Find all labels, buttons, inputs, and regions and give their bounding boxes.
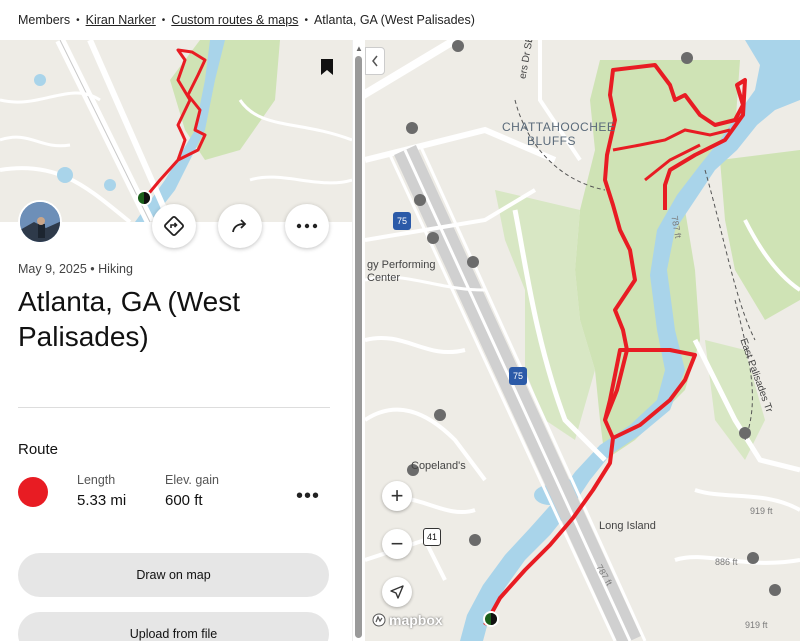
breadcrumb-member-name[interactable]: Kiran Narker: [86, 13, 156, 27]
elevation-gain-value: 600 ft: [165, 492, 203, 509]
locate-me-button[interactable]: [382, 577, 412, 607]
map-label-center: Center: [367, 272, 401, 284]
map-label-elevation-919b: 919 ft: [745, 620, 768, 630]
map-label-chattahoochee: CHATTAHOOCHEE: [502, 120, 616, 134]
mapbox-icon: [372, 613, 386, 627]
route-heading: Route: [18, 441, 59, 458]
route-more-button[interactable]: •••: [296, 485, 320, 508]
route-color-swatch[interactable]: [18, 477, 48, 507]
more-options-button[interactable]: [285, 204, 329, 248]
route-detail-panel: May 9, 2025 • Hiking Atlanta, GA (West P…: [0, 40, 352, 641]
more-icon: [296, 223, 318, 229]
page-title: Atlanta, GA (West Palisades): [18, 286, 241, 352]
breadcrumb-current-route: Atlanta, GA (West Palisades): [313, 13, 475, 27]
us-41-shield-icon: 41: [423, 528, 441, 546]
breadcrumb: Members • Kiran Narker • Custom routes &…: [0, 0, 800, 40]
activity-date: May 9, 2025: [18, 262, 87, 276]
activity-meta: May 9, 2025 • Hiking: [18, 262, 133, 276]
route-preview-map[interactable]: [0, 40, 352, 222]
map-label-bluffs: BLUFFS: [527, 134, 577, 148]
scroll-up-arrow-icon[interactable]: ▲: [355, 44, 363, 53]
mapbox-logo[interactable]: mapbox: [372, 612, 443, 628]
interstate-75-shield-icon: 75: [393, 212, 411, 230]
route-map[interactable]: CHATTAHOOCHEE BLUFFS gy Performing Cente…: [365, 40, 800, 641]
scrollbar[interactable]: ▲: [352, 40, 364, 641]
breadcrumb-separator: •: [76, 14, 80, 26]
elevation-gain-label: Elev. gain: [165, 473, 219, 487]
map-label-elevation-919: 919 ft: [750, 506, 773, 516]
navigation-arrow-icon: [390, 585, 404, 599]
chevron-left-icon: [372, 55, 378, 67]
breadcrumb-custom-routes[interactable]: Custom routes & maps: [171, 13, 298, 27]
bookmark-icon[interactable]: [320, 58, 334, 76]
zoom-out-button[interactable]: −: [382, 529, 412, 559]
interstate-75-shield-icon: 75: [509, 367, 527, 385]
get-directions-button[interactable]: [152, 204, 196, 248]
avatar[interactable]: [18, 200, 62, 244]
length-value: 5.33 mi: [77, 492, 127, 509]
breadcrumb-separator: •: [161, 14, 166, 26]
avatar-image: [20, 202, 60, 242]
meta-separator: •: [90, 262, 95, 276]
draw-on-map-button[interactable]: Draw on map: [18, 553, 329, 597]
directions-icon: [164, 216, 184, 236]
activity-type: Hiking: [98, 262, 133, 276]
length-label: Length: [77, 473, 116, 487]
map-label-long-island: Long Island: [599, 520, 656, 532]
scrollbar-thumb[interactable]: [355, 56, 362, 638]
map-label-performing-arts: gy Performing: [367, 259, 436, 271]
divider: [18, 407, 330, 408]
breadcrumb-separator: •: [304, 14, 308, 26]
map-label-copelands: Copeland's: [411, 460, 466, 472]
share-icon: [232, 219, 247, 233]
upload-from-file-button[interactable]: Upload from file: [18, 612, 329, 641]
share-button[interactable]: [218, 204, 262, 248]
collapse-panel-button[interactable]: [365, 47, 385, 75]
breadcrumb-members[interactable]: Members: [18, 13, 70, 27]
zoom-in-button[interactable]: +: [382, 481, 412, 511]
mapbox-logo-text: mapbox: [389, 612, 443, 628]
map-label-elevation-886: 886 ft: [715, 557, 738, 567]
route-preview-graphic: [0, 40, 352, 222]
